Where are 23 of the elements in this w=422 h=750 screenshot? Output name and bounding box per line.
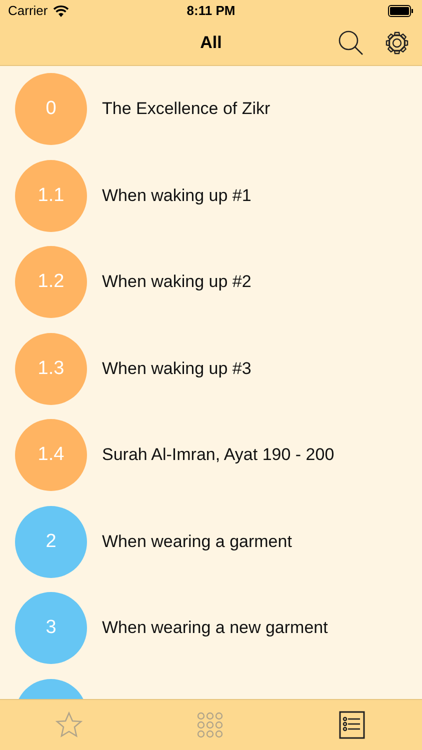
- number-badge: 1.1: [15, 160, 87, 232]
- item-title[interactable]: Surah Al-Imran, Ayat 190 - 200: [102, 445, 334, 466]
- number-badge: 1.3: [15, 332, 87, 405]
- wifi-icon: [52, 4, 69, 16]
- item-title[interactable]: When wearing a new garment: [102, 618, 328, 638]
- carrier-label: Carrier: [8, 3, 48, 18]
- settings-icon[interactable]: [384, 30, 410, 56]
- number-badge: 0: [15, 73, 87, 146]
- star-icon[interactable]: [55, 711, 86, 739]
- item-title[interactable]: When waking up #1: [102, 186, 252, 206]
- number-badge: 2: [15, 506, 87, 578]
- status-time: 8:11 PM: [186, 3, 236, 18]
- item-title[interactable]: When wearing a garment: [102, 532, 292, 552]
- number-badge: 1.2: [15, 246, 87, 318]
- item-title[interactable]: When waking up #3: [102, 358, 252, 379]
- checklist-icon[interactable]: [336, 711, 367, 739]
- item-title[interactable]: When waking up #2: [102, 272, 252, 292]
- number-badge: 3: [15, 592, 87, 664]
- nav-title: All: [200, 33, 222, 53]
- item-title[interactable]: The Excellence of Zikr: [102, 99, 270, 120]
- number-badge: 1.4: [15, 419, 87, 492]
- battery-icon: [388, 4, 414, 16]
- search-icon[interactable]: [338, 30, 364, 56]
